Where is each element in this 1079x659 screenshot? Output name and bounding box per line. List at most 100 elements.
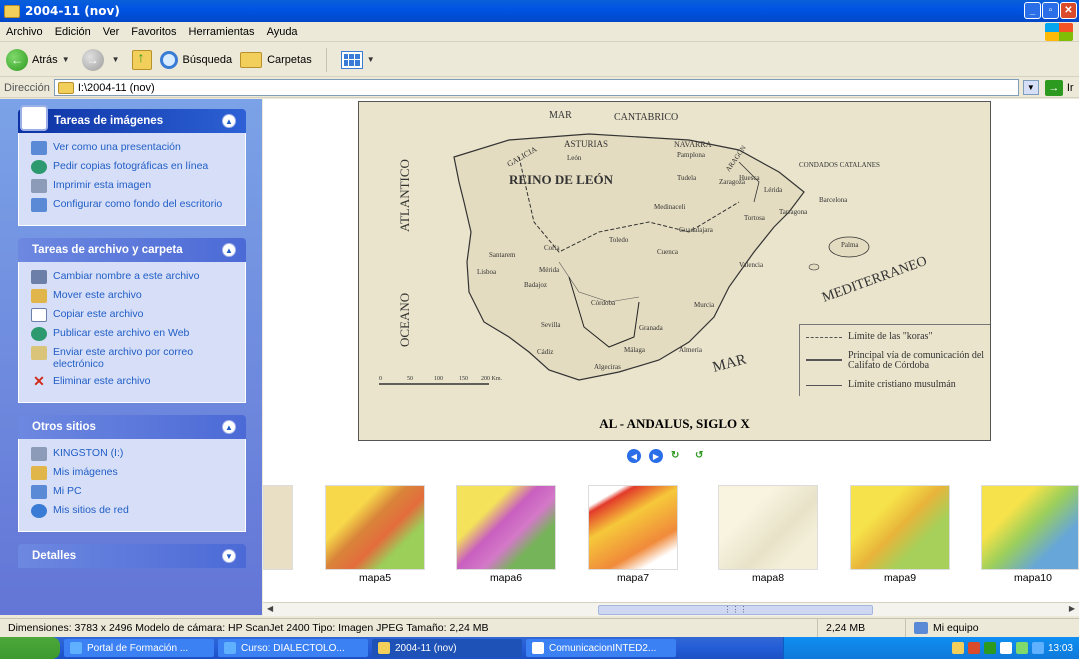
place-my-pictures[interactable]: Mis imágenes xyxy=(31,466,237,480)
rotate-clockwise-icon[interactable]: ↻ xyxy=(671,450,687,462)
menu-ver[interactable]: Ver xyxy=(97,26,126,38)
forward-arrow-icon: → xyxy=(81,48,104,71)
thumbnail-mapa6[interactable] xyxy=(456,485,556,570)
rotate-counterclockwise-icon[interactable]: ↺ xyxy=(695,450,711,462)
task-order-prints[interactable]: Pedir copias fotográficas en línea xyxy=(31,160,237,174)
thumbnail-mapa7[interactable] xyxy=(588,485,678,570)
collapse-chevron-icon[interactable]: ▲ xyxy=(222,420,236,434)
city-murcia: Murcia xyxy=(694,301,715,309)
task-email[interactable]: Enviar este archivo por correo electróni… xyxy=(31,346,237,370)
go-button[interactable]: → Ir xyxy=(1044,79,1074,96)
search-button[interactable]: Búsqueda xyxy=(159,50,232,69)
next-image-button[interactable]: ▶ xyxy=(649,449,663,463)
other-places-header[interactable]: Otros sitios ▲ xyxy=(18,415,246,439)
city-badajoz: Badajoz xyxy=(524,281,547,289)
folders-button[interactable]: Carpetas xyxy=(240,51,312,68)
volume-icon[interactable] xyxy=(999,642,1012,654)
legend-limite: Límite cristiano musulmán xyxy=(848,379,956,390)
title-bar[interactable]: 2004-11 (nov) _ ▫ ✕ xyxy=(0,0,1079,22)
place-kingston-drive[interactable]: KINGSTON (I:) xyxy=(31,447,237,461)
back-button[interactable]: ← Atrás ▼ xyxy=(6,48,74,71)
city-toledo: Toledo xyxy=(609,236,629,244)
minimize-button[interactable]: _ xyxy=(1024,2,1041,19)
map-image[interactable]: MAR CANTABRICO ATLANTICO OCEANO MEDITERR… xyxy=(358,101,991,441)
image-tasks-header[interactable]: Tareas de imágenes ▲ xyxy=(18,105,246,133)
place-my-computer[interactable]: Mi PC xyxy=(31,485,237,499)
up-folder-icon[interactable] xyxy=(131,49,152,70)
map-title: AL - ANDALUS, SIGLO X xyxy=(599,416,750,431)
taskbar-item-word[interactable]: ComunicacionINTED2... xyxy=(526,639,676,657)
start-button[interactable] xyxy=(0,637,60,659)
previous-image-button[interactable]: ◀ xyxy=(627,449,641,463)
back-arrow-icon: ← xyxy=(6,48,28,71)
collapse-chevron-icon[interactable]: ▲ xyxy=(222,243,236,257)
desktop-icon xyxy=(31,198,47,212)
task-publish[interactable]: Publicar este archivo en Web xyxy=(31,327,237,341)
computer-icon xyxy=(914,621,928,634)
forward-button[interactable]: → ▼ xyxy=(81,48,124,71)
task-delete[interactable]: ✕ Eliminar este archivo xyxy=(31,374,237,389)
city-tarragona: Tarragona xyxy=(779,208,808,216)
thumbnail-mapa10[interactable] xyxy=(981,485,1079,570)
taskbar-item-portal[interactable]: Portal de Formación ... xyxy=(64,639,214,657)
file-tasks-header[interactable]: Tareas de archivo y carpeta ▲ xyxy=(18,238,246,262)
antivirus-icon[interactable] xyxy=(967,642,980,654)
preview-controls: ◀ ▶ ↻ ↺ xyxy=(627,449,711,463)
filmstrip-scrollbar[interactable]: ◀ ⋮⋮⋮ ▶ xyxy=(263,602,1079,616)
toolbar-separator xyxy=(325,47,327,72)
shield-icon[interactable] xyxy=(951,642,964,654)
scroll-right-arrow-icon[interactable]: ▶ xyxy=(1069,604,1075,613)
forward-dropdown-icon[interactable]: ▼ xyxy=(112,55,120,64)
city-santarem: Santarem xyxy=(489,251,516,259)
filmstrip: mapa5 mapa6 mapa7 mapa8 mapa9 mapa10 xyxy=(263,479,1079,602)
expand-chevron-icon[interactable]: ▼ xyxy=(222,549,236,563)
views-dropdown-icon: ▼ xyxy=(366,55,375,64)
task-slideshow[interactable]: Ver como una presentación xyxy=(31,141,237,155)
place-network[interactable]: Mis sitios de red xyxy=(31,504,237,518)
rename-icon xyxy=(31,270,47,284)
label-galicia: GALICIA xyxy=(506,144,539,168)
menu-edicion[interactable]: Edición xyxy=(49,26,97,38)
city-granada: Granada xyxy=(639,324,664,332)
network-icon xyxy=(31,504,47,518)
collapse-chevron-icon[interactable]: ▲ xyxy=(222,114,236,128)
details-header[interactable]: Detalles ▼ xyxy=(18,544,246,568)
back-dropdown-icon[interactable]: ▼ xyxy=(62,55,70,64)
toolbar: ← Atrás ▼ → ▼ Búsqueda Carpetas ▼ xyxy=(0,43,1079,77)
scroll-left-arrow-icon[interactable]: ◀ xyxy=(267,604,273,613)
clock[interactable]: 13:03 xyxy=(1048,643,1073,654)
address-input[interactable]: I:\2004-11 (nov) xyxy=(53,79,1019,96)
network-icon[interactable] xyxy=(983,642,996,654)
task-copy[interactable]: Copiar este archivo xyxy=(31,308,237,322)
copy-icon xyxy=(31,308,47,322)
scrollbar-thumb[interactable]: ⋮⋮⋮ xyxy=(598,605,873,615)
views-icon xyxy=(340,50,363,69)
thumbnail-mapa9[interactable] xyxy=(850,485,950,570)
close-button[interactable]: ✕ xyxy=(1060,2,1077,19)
address-dropdown-icon[interactable]: ▼ xyxy=(1022,80,1039,95)
address-value: I:\2004-11 (nov) xyxy=(77,81,155,94)
thumbnail-mapa8[interactable] xyxy=(718,485,818,570)
messenger-icon[interactable] xyxy=(1031,642,1044,654)
back-label: Atrás xyxy=(32,53,58,66)
menu-ayuda[interactable]: Ayuda xyxy=(261,26,304,38)
thumbnail-partial[interactable] xyxy=(263,485,293,570)
menu-archivo[interactable]: Archivo xyxy=(0,26,49,38)
city-pamplona: Pamplona xyxy=(677,151,706,159)
maximize-button[interactable]: ▫ xyxy=(1042,2,1059,19)
menu-favoritos[interactable]: Favoritos xyxy=(125,26,182,38)
task-move[interactable]: Mover este archivo xyxy=(31,289,237,303)
thumbnail-mapa5[interactable] xyxy=(325,485,425,570)
taskbar-item-folder[interactable]: 2004-11 (nov) xyxy=(372,639,522,657)
task-print-image[interactable]: Imprimir esta imagen xyxy=(31,179,237,193)
taskbar-item-curso[interactable]: Curso: DIALECTOLO... xyxy=(218,639,368,657)
computer-icon xyxy=(31,485,47,499)
views-button[interactable]: ▼ xyxy=(333,50,379,69)
menu-herramientas[interactable]: Herramientas xyxy=(183,26,261,38)
task-set-wallpaper[interactable]: Configurar como fondo del escritorio xyxy=(31,198,237,212)
city-cordoba: Córdoba xyxy=(591,299,616,307)
windows-logo-icon xyxy=(1045,23,1073,41)
status-bar: Dimensiones: 3783 x 2496 Modelo de cámar… xyxy=(0,618,1079,637)
task-rename[interactable]: Cambiar nombre a este archivo xyxy=(31,270,237,284)
update-icon[interactable] xyxy=(1015,642,1028,654)
